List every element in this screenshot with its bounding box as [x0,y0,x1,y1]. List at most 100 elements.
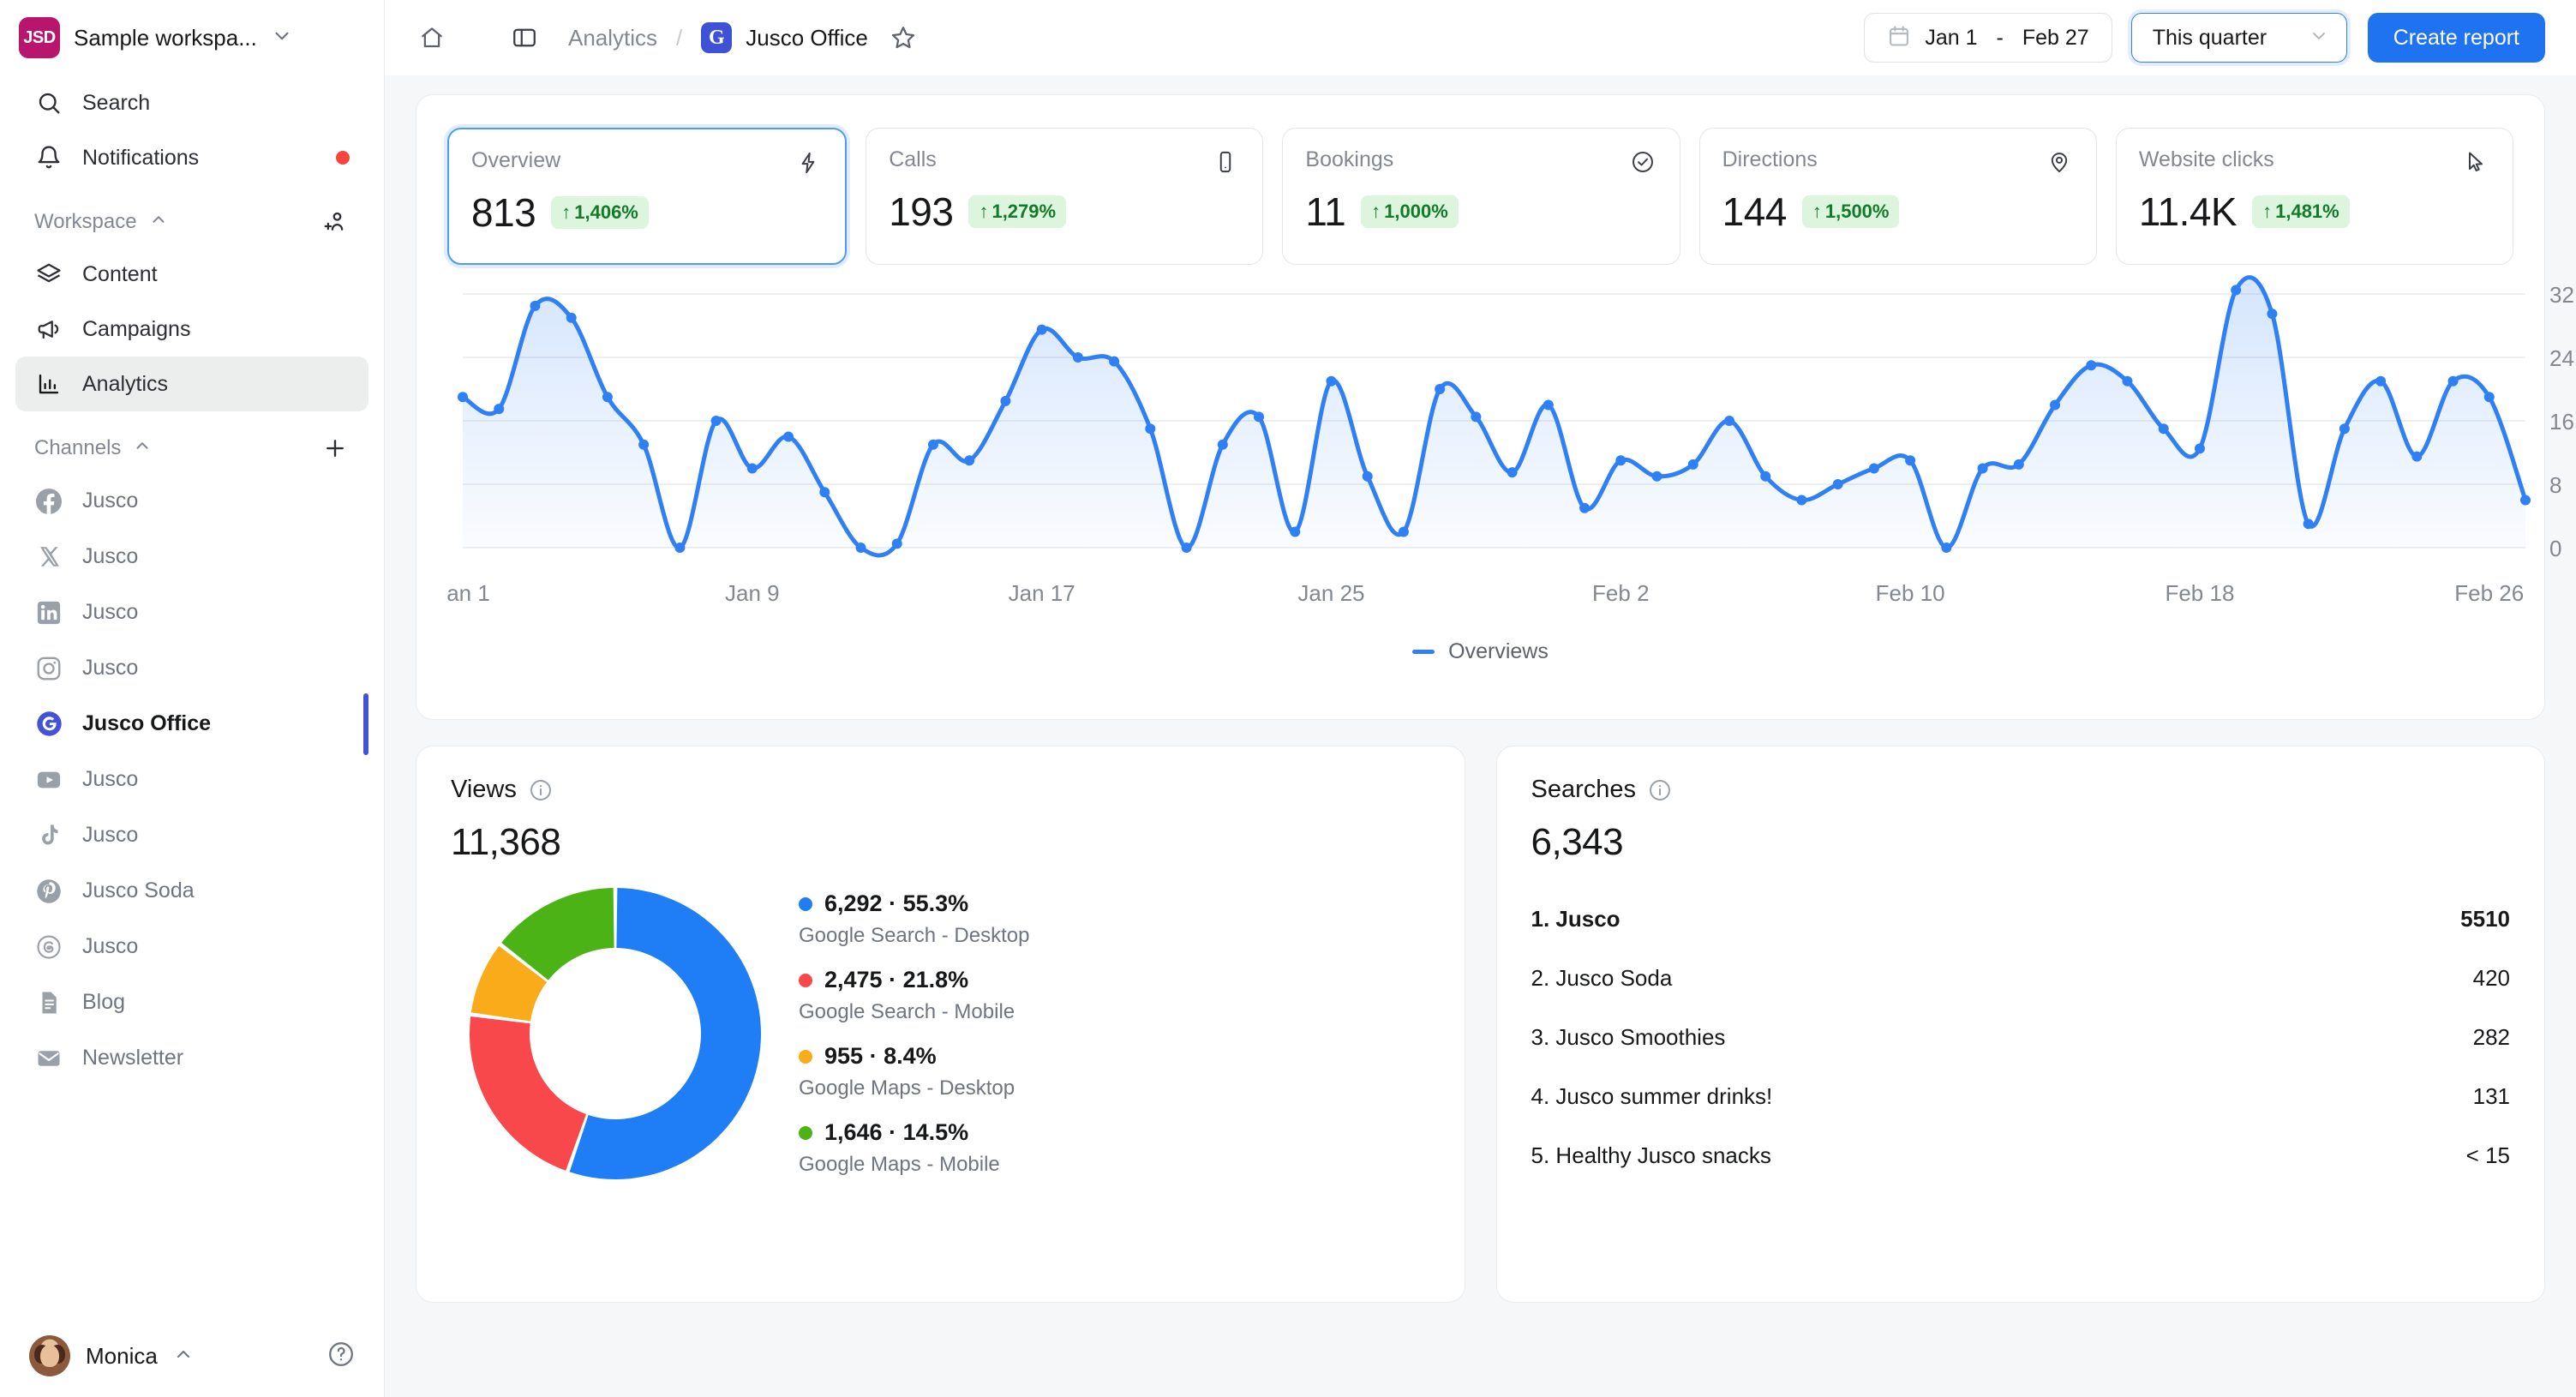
chart-data-point [1688,459,1698,470]
workspace-logo: JSD [19,17,60,58]
legend-value: 1,646 · 14.5% [824,1119,968,1146]
chart-data-point [638,440,649,450]
section-title: Channels [34,436,121,460]
search-row: 2. Jusco Soda 420 [1531,949,2511,1008]
sidebar-item-label: Notifications [82,146,317,171]
metric-delta-arrow: ↑ [1812,201,1822,223]
notification-badge-dot [336,151,350,165]
sidebar-item-label: Campaigns [82,317,350,342]
chart-data-point [1652,471,1662,482]
range-preset-select[interactable]: This quarter [2131,13,2347,63]
bar-chart-icon [34,369,63,399]
chart-data-point [2411,452,2422,462]
chart-data-point [1254,411,1264,422]
sidebar-item-notifications[interactable]: Notifications [15,130,368,185]
main-area: Analytics / G Jusco Office Jan 1 - Feb 2… [384,0,2576,1397]
breadcrumb-current-channel[interactable]: G Jusco Office [701,22,868,53]
searches-total: 6,343 [1531,821,2511,864]
chart-data-point [819,487,830,497]
star-icon[interactable] [885,20,921,56]
sidebar-channel-instagram[interactable]: Jusco [15,640,368,696]
chart-data-point [1833,479,1843,489]
chart-data-point [2159,423,2169,434]
chart-data-point [1435,384,1445,394]
chart-data-point [2267,309,2277,319]
sidebar-section-workspace-header[interactable]: Workspace [15,197,368,247]
chart-data-point [494,404,504,414]
sidebar-item-content[interactable]: Content [15,247,368,302]
phone-icon [1211,147,1240,177]
sidebar-channel-blog[interactable]: Blog [15,974,368,1030]
chart-data-point [1543,400,1554,411]
chart-data-point [1218,440,1228,450]
metric-card-directions[interactable]: Directions 144 ↑1,500% [1699,128,2097,265]
legend-sublabel: Google Maps - Mobile [799,1153,1430,1177]
sidebar-channel-linkedin[interactable]: Jusco [15,585,368,640]
sidebar-channel-x-twitter[interactable]: Jusco [15,529,368,585]
legend-dot [799,1126,812,1140]
search-term: 4. Jusco summer drinks! [1531,1083,2473,1110]
plus-icon[interactable] [321,434,350,463]
sidebar-channel-newsletter[interactable]: Newsletter [15,1030,368,1086]
metric-card-website-clicks[interactable]: Website clicks 11.4K ↑1,481% [2116,128,2513,265]
chart-data-point [2195,443,2205,453]
x-axis-tick-label: Jan 1 [447,580,490,606]
sidebar-item-campaigns[interactable]: Campaigns [15,302,368,357]
sidebar-channel-tiktok[interactable]: Jusco [15,807,368,863]
chart-data-point [2050,400,2060,411]
x-axis-tick-label: Jan 9 [725,580,780,606]
metric-value: 193 [889,189,953,235]
sidebar-channel-facebook[interactable]: Jusco [15,473,368,529]
sidebar-channel-threads[interactable]: Jusco [15,919,368,974]
chart-data-point [2520,495,2531,506]
avatar[interactable] [29,1335,70,1376]
megaphone-icon [34,315,63,344]
chevron-down-icon [2309,26,2329,51]
metric-delta-arrow: ↑ [2262,201,2272,223]
x-axis-tick-label: Feb 2 [1592,580,1650,606]
views-title: Views [451,776,517,804]
panel-toggle-icon[interactable] [505,18,544,57]
metric-value: 11 [1305,189,1345,235]
chevron-up-icon[interactable] [173,1344,194,1369]
metric-card-overview[interactable]: Overview 813 ↑1,406% [447,128,847,265]
section-title: Workspace [34,210,137,234]
sidebar-channel-google-business[interactable]: Jusco Office [15,696,368,752]
chevron-up-icon [133,436,152,461]
info-icon[interactable] [1648,778,1672,802]
sidebar-item-analytics[interactable]: Analytics [15,357,368,411]
metric-card-calls[interactable]: Calls 193 ↑1,279% [866,128,1263,265]
metric-card-bookings[interactable]: Bookings 11 ↑1,000% [1282,128,1680,265]
metric-delta: ↑1,481% [2252,195,2350,228]
views-legend: 6,292 · 55.3% Google Search - Desktop 2,… [778,890,1430,1177]
mail-icon [34,1044,63,1073]
channel-label: Jusco [82,489,138,513]
home-icon[interactable] [412,18,452,57]
legend-sublabel: Google Maps - Desktop [799,1076,1430,1100]
breadcrumb-analytics[interactable]: Analytics [568,25,657,51]
sidebar-channel-pinterest[interactable]: Jusco Soda [15,863,368,919]
add-member-icon[interactable] [321,207,350,237]
channel-label: Jusco Soda [82,878,195,903]
channel-label: Jusco Office [82,711,211,736]
info-icon[interactable] [529,778,553,802]
search-count: < 15 [2466,1142,2510,1169]
sidebar-item-search[interactable]: Search [15,75,368,130]
legend-sublabel: Google Search - Mobile [799,1000,1430,1024]
overview-line-chart: 08162432Jan 1Jan 9Jan 17Jan 25Feb 2Feb 1… [447,265,2513,621]
help-circle-icon[interactable] [327,1340,355,1372]
chart-data-point [1905,455,1915,465]
sidebar-section-channels-header[interactable]: Channels [15,423,368,473]
date-dash: - [1997,26,2004,51]
metric-label: Directions [1722,147,2045,172]
sidebar-channel-youtube[interactable]: Jusco [15,752,368,807]
views-legend-item: 1,646 · 14.5% Google Maps - Mobile [799,1119,1430,1177]
search-row: 4. Jusco summer drinks! 131 [1531,1067,2511,1126]
create-report-button[interactable]: Create report [2368,13,2545,63]
workspace-switcher[interactable]: JSD Sample workspa... [0,0,384,75]
date-range-picker[interactable]: Jan 1 - Feb 27 [1864,13,2112,63]
metric-value: 813 [471,189,536,236]
search-count: 5510 [2460,906,2510,932]
calendar-icon [1887,24,1911,52]
search-term: 1. Jusco [1531,906,2461,932]
